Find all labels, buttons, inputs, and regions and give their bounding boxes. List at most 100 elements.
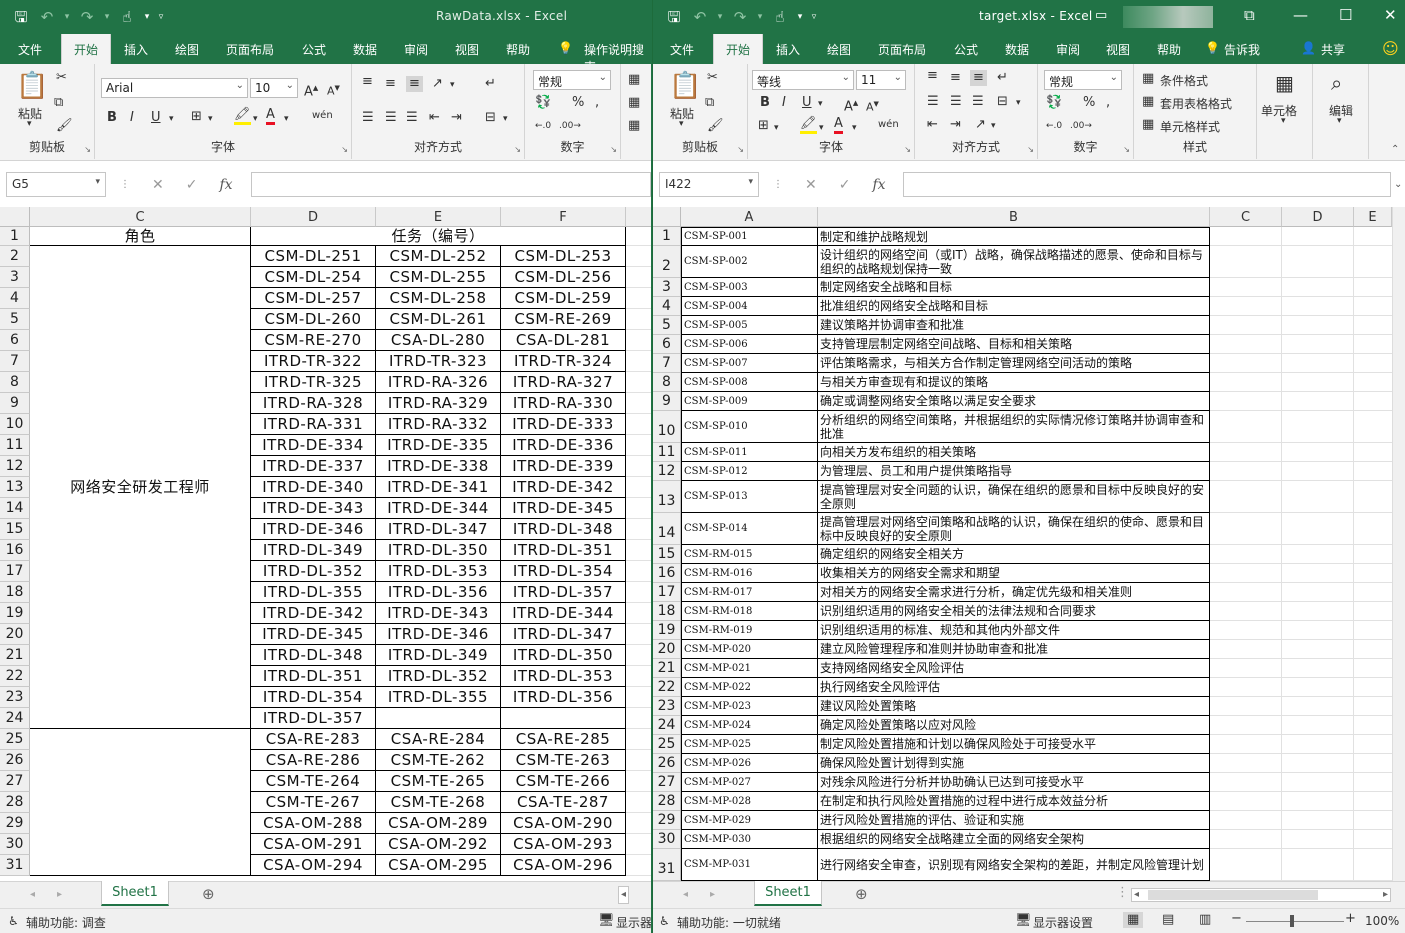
task-cell[interactable]: CSM-TE-264 bbox=[251, 771, 376, 792]
insert-function-icon[interactable]: fx bbox=[872, 177, 885, 193]
scroll-left-icon[interactable]: ◂ bbox=[618, 886, 630, 904]
task-id-cell[interactable]: CSM-MP-024 bbox=[681, 716, 818, 735]
tab-file[interactable]: 文件 bbox=[670, 41, 694, 58]
tab-formulas[interactable]: 公式 bbox=[954, 41, 978, 58]
task-description-cell[interactable]: 制定风险处置措施和计划以确保风险处于可接受水平 bbox=[818, 735, 1210, 754]
task-id-cell[interactable]: CSM-SP-008 bbox=[681, 373, 818, 392]
align-center-icon[interactable]: ☰ bbox=[950, 94, 962, 110]
row-header[interactable]: 22 bbox=[0, 666, 30, 687]
row-header[interactable]: 29 bbox=[0, 813, 30, 834]
align-bottom-icon[interactable]: ≡ bbox=[406, 76, 423, 92]
fill-dropdown-icon[interactable]: ▾ bbox=[819, 120, 824, 136]
task-description-cell[interactable]: 根据组织的网络安全战略建立全面的网络安全架构 bbox=[818, 830, 1210, 849]
close-icon[interactable]: ✕ bbox=[1384, 6, 1397, 24]
task-cell[interactable]: ITRD-DE-343 bbox=[251, 498, 376, 519]
task-cell[interactable]: CSA-OM-293 bbox=[501, 834, 626, 855]
task-id-cell[interactable]: CSM-MP-030 bbox=[681, 830, 818, 849]
percent-icon[interactable]: % bbox=[572, 95, 584, 111]
touch-mode-icon[interactable]: ☝ bbox=[116, 7, 138, 27]
column-header-a[interactable]: A bbox=[681, 207, 818, 227]
task-id-cell[interactable]: CSM-RM-015 bbox=[681, 545, 818, 564]
task-id-cell[interactable]: CSM-MP-031 bbox=[681, 849, 818, 881]
tab-insert[interactable]: 插入 bbox=[124, 41, 148, 58]
task-id-cell[interactable]: CSM-SP-011 bbox=[681, 443, 818, 462]
task-id-cell[interactable]: CSM-SP-010 bbox=[681, 411, 818, 443]
row-header[interactable]: 14 bbox=[0, 498, 30, 519]
row-header[interactable]: 31 bbox=[0, 855, 30, 876]
alignment-launcher-icon[interactable]: ↘ bbox=[514, 145, 521, 154]
horizontal-scrollbar[interactable]: ◂ ▸ bbox=[1131, 888, 1391, 902]
fill-color-icon[interactable]: 🖍 bbox=[234, 108, 251, 125]
task-cell[interactable]: CSM-DL-253 bbox=[501, 246, 626, 267]
tab-formulas[interactable]: 公式 bbox=[302, 41, 326, 58]
task-description-cell[interactable]: 进行网络安全审查，识别现有网络安全架构的差距，并制定风险管理计划 bbox=[818, 849, 1210, 881]
row-header[interactable]: 27 bbox=[653, 773, 681, 792]
task-cell[interactable]: ITRD-TR-322 bbox=[251, 351, 376, 372]
column-header-f[interactable]: F bbox=[501, 207, 626, 227]
row-header[interactable]: 25 bbox=[653, 735, 681, 754]
task-cell[interactable]: ITRD-DL-349 bbox=[376, 645, 501, 666]
decrease-indent-icon[interactable]: ⇤ bbox=[927, 117, 938, 133]
task-cell[interactable]: CSM-TE-262 bbox=[376, 750, 501, 771]
increase-decimal-icon[interactable]: ←.0 bbox=[1046, 118, 1062, 134]
column-header-d[interactable]: D bbox=[251, 207, 376, 227]
task-id-cell[interactable]: CSM-SP-007 bbox=[681, 354, 818, 373]
align-bottom-icon[interactable]: ≡ bbox=[970, 70, 987, 86]
row-header[interactable]: 24 bbox=[653, 716, 681, 735]
task-cell[interactable]: ITRD-DL-357 bbox=[251, 708, 376, 729]
task-id-cell[interactable]: CSM-MP-020 bbox=[681, 640, 818, 659]
row-header[interactable]: 31 bbox=[653, 849, 681, 881]
orientation-icon[interactable]: ↗ bbox=[432, 76, 443, 92]
task-id-cell[interactable]: CSM-RM-016 bbox=[681, 564, 818, 583]
tab-draw[interactable]: 绘图 bbox=[827, 41, 851, 58]
task-cell[interactable]: CSM-RE-269 bbox=[501, 309, 626, 330]
task-description-cell[interactable]: 向相关方发布组织的相关策略 bbox=[818, 443, 1210, 462]
underline-dropdown-icon[interactable]: ▾ bbox=[818, 96, 823, 112]
wrap-text-icon[interactable]: ↵ bbox=[997, 70, 1008, 86]
paste-icon[interactable]: 📋 bbox=[669, 72, 701, 100]
task-cell[interactable]: ITRD-DL-354 bbox=[251, 687, 376, 708]
row-header[interactable]: 5 bbox=[653, 316, 681, 335]
page-layout-view-icon[interactable]: ▤ bbox=[1162, 912, 1174, 928]
column-header-e[interactable]: E bbox=[376, 207, 501, 227]
name-box[interactable]: G5 ▾ bbox=[6, 172, 106, 197]
task-cell[interactable]: CSM-DL-254 bbox=[251, 267, 376, 288]
scroll-left-icon[interactable]: ◂ bbox=[1134, 887, 1139, 903]
row-header[interactable]: 29 bbox=[653, 811, 681, 830]
task-cell[interactable]: ITRD-RA-326 bbox=[376, 372, 501, 393]
formula-input[interactable] bbox=[903, 172, 1391, 197]
format-painter-icon[interactable]: 🖌 bbox=[56, 118, 73, 134]
font-size-select[interactable]: 11 ⌄ bbox=[856, 70, 906, 90]
table-format-icon[interactable]: ▦ bbox=[628, 95, 640, 111]
task-cell[interactable]: CSM-RE-270 bbox=[251, 330, 376, 351]
next-sheet-icon[interactable]: ▸ bbox=[710, 887, 715, 903]
copy-icon[interactable]: ⧉ bbox=[54, 95, 63, 111]
task-description-cell[interactable]: 确定风险处置策略以应对风险 bbox=[818, 716, 1210, 735]
task-cell[interactable]: CSM-DL-258 bbox=[376, 288, 501, 309]
row-header[interactable]: 16 bbox=[0, 540, 30, 561]
redo-dropdown-icon[interactable]: ▾ bbox=[755, 7, 765, 27]
merge-center-icon[interactable]: ⊟ bbox=[485, 110, 496, 126]
tab-home[interactable]: 开始 bbox=[713, 34, 764, 64]
task-cell[interactable]: CSA-OM-294 bbox=[251, 855, 376, 876]
undo-icon[interactable]: ↶ bbox=[689, 7, 711, 27]
redo-icon[interactable]: ↷ bbox=[76, 7, 98, 27]
merged-role-cell[interactable]: 网络安全研发工程师 bbox=[30, 246, 251, 729]
task-cell[interactable]: CSM-TE-267 bbox=[251, 792, 376, 813]
task-description-cell[interactable]: 收集相关方的网络安全需求和期望 bbox=[818, 564, 1210, 583]
share-button[interactable]: 共享 bbox=[1321, 41, 1345, 58]
task-id-cell[interactable]: CSM-MP-021 bbox=[681, 659, 818, 678]
border-icon[interactable]: ⊞ bbox=[191, 109, 202, 125]
merge-dropdown-icon[interactable]: ▾ bbox=[1016, 95, 1021, 111]
row-header[interactable]: 21 bbox=[653, 659, 681, 678]
task-id-cell[interactable]: CSM-MP-025 bbox=[681, 735, 818, 754]
column-header-d[interactable]: D bbox=[1282, 207, 1354, 227]
row-header[interactable]: 2 bbox=[653, 246, 681, 278]
task-cell[interactable]: ITRD-DL-350 bbox=[501, 645, 626, 666]
task-cell[interactable]: ITRD-TR-325 bbox=[251, 372, 376, 393]
task-cell[interactable]: CSM-DL-252 bbox=[376, 246, 501, 267]
touch-dropdown-icon[interactable]: ▾ bbox=[795, 7, 805, 27]
task-cell[interactable]: CSM-DL-259 bbox=[501, 288, 626, 309]
align-center-icon[interactable]: ☰ bbox=[385, 110, 397, 126]
align-left-icon[interactable]: ☰ bbox=[362, 110, 374, 126]
